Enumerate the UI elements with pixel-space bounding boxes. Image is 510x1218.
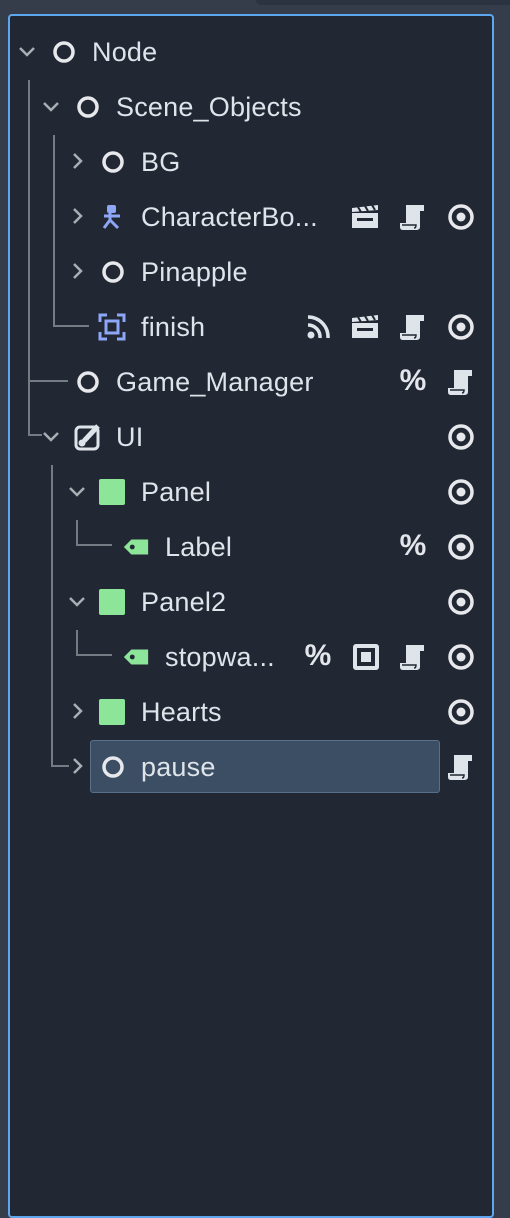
tree-item-hearts[interactable]: Hearts <box>10 684 490 739</box>
chevron-down-icon[interactable] <box>40 95 62 117</box>
chevron-down-icon[interactable] <box>66 480 88 502</box>
signal-icon[interactable] <box>304 313 334 341</box>
tree-item-scene-objects[interactable]: Scene_Objects <box>10 79 490 134</box>
tree-item-pinapple[interactable]: Pinapple <box>10 244 490 299</box>
script-icon[interactable] <box>398 313 428 341</box>
tree-item-label-node[interactable]: Label % <box>10 519 490 574</box>
tree-item-label: Pinapple <box>141 257 248 287</box>
circle-node-icon <box>77 96 99 118</box>
chevron-down-icon[interactable] <box>66 590 88 612</box>
top-tab-edge <box>256 0 510 5</box>
script-icon[interactable] <box>446 368 476 396</box>
tree-item-finish[interactable]: finish <box>10 299 490 354</box>
tree-item-panel[interactable]: Panel <box>10 464 490 519</box>
panel-icon <box>99 589 125 615</box>
script-icon[interactable] <box>398 643 428 671</box>
eye-icon[interactable] <box>446 203 476 231</box>
tree-item-label: Panel2 <box>141 587 227 617</box>
tree-item-label: pause <box>141 752 216 782</box>
tree-item-pause[interactable]: pause <box>10 739 490 794</box>
panel-icon <box>99 479 125 505</box>
chevron-right-icon[interactable] <box>66 205 88 227</box>
character-body-icon <box>102 205 120 230</box>
tree-item-label: UI <box>116 422 144 452</box>
circle-node-icon <box>102 151 124 173</box>
tree-item-label: Scene_Objects <box>116 92 302 122</box>
chevron-down-icon[interactable] <box>40 425 62 447</box>
tree-item-game-manager[interactable]: Game_Manager % <box>10 354 490 409</box>
tree-item-node[interactable]: Node <box>10 24 490 79</box>
eye-icon[interactable] <box>446 478 476 506</box>
control-icon <box>74 424 100 451</box>
eye-icon[interactable] <box>446 423 476 451</box>
tree-item-label: Hearts <box>141 697 222 727</box>
script-icon[interactable] <box>446 753 476 781</box>
tree-item-label: Node <box>92 37 158 67</box>
tree-item-stopwatch[interactable]: stopwa... % <box>10 629 490 684</box>
tree-item-ui[interactable]: UI <box>10 409 490 464</box>
scene-tree-panel: Node Scene_Objects BG CharacterBo... Pin… <box>8 14 494 1218</box>
script-icon[interactable] <box>398 203 428 231</box>
panel-icon <box>99 699 125 725</box>
scene-instance-icon[interactable] <box>350 313 380 341</box>
chevron-right-icon[interactable] <box>66 700 88 722</box>
area-icon <box>98 313 126 341</box>
tree-item-label: Panel <box>141 477 212 507</box>
eye-icon[interactable] <box>446 698 476 726</box>
circle-node-icon <box>102 756 124 778</box>
chevron-down-icon[interactable] <box>16 40 38 62</box>
unique-name-percent-icon[interactable]: % <box>301 639 335 673</box>
scene-instance-icon[interactable] <box>350 203 380 231</box>
toggle-square-icon[interactable] <box>351 643 381 671</box>
eye-icon[interactable] <box>446 533 476 561</box>
tree-item-label: BG <box>141 147 181 177</box>
chevron-right-icon[interactable] <box>66 150 88 172</box>
tree-item-panel2[interactable]: Panel2 <box>10 574 490 629</box>
eye-icon[interactable] <box>446 643 476 671</box>
chevron-right-icon[interactable] <box>66 260 88 282</box>
tree-item-label: finish <box>141 312 206 342</box>
circle-node-icon <box>53 41 75 63</box>
label-tag-icon <box>123 649 149 665</box>
eye-icon[interactable] <box>446 588 476 616</box>
circle-node-icon <box>102 261 124 283</box>
tree-item-label: stopwa... <box>165 642 275 672</box>
tree-item-label: CharacterBo... <box>141 202 318 232</box>
tree-item-characterbody[interactable]: CharacterBo... <box>10 189 490 244</box>
tree-item-label: Game_Manager <box>116 367 314 397</box>
unique-name-percent-icon[interactable]: % <box>396 364 430 398</box>
tree-item-bg[interactable]: BG <box>10 134 490 189</box>
eye-icon[interactable] <box>446 313 476 341</box>
chevron-right-icon[interactable] <box>66 755 88 777</box>
label-tag-icon <box>123 539 149 555</box>
tree-item-label: Label <box>165 532 233 562</box>
unique-name-percent-icon[interactable]: % <box>396 529 430 563</box>
circle-node-icon <box>77 371 99 393</box>
